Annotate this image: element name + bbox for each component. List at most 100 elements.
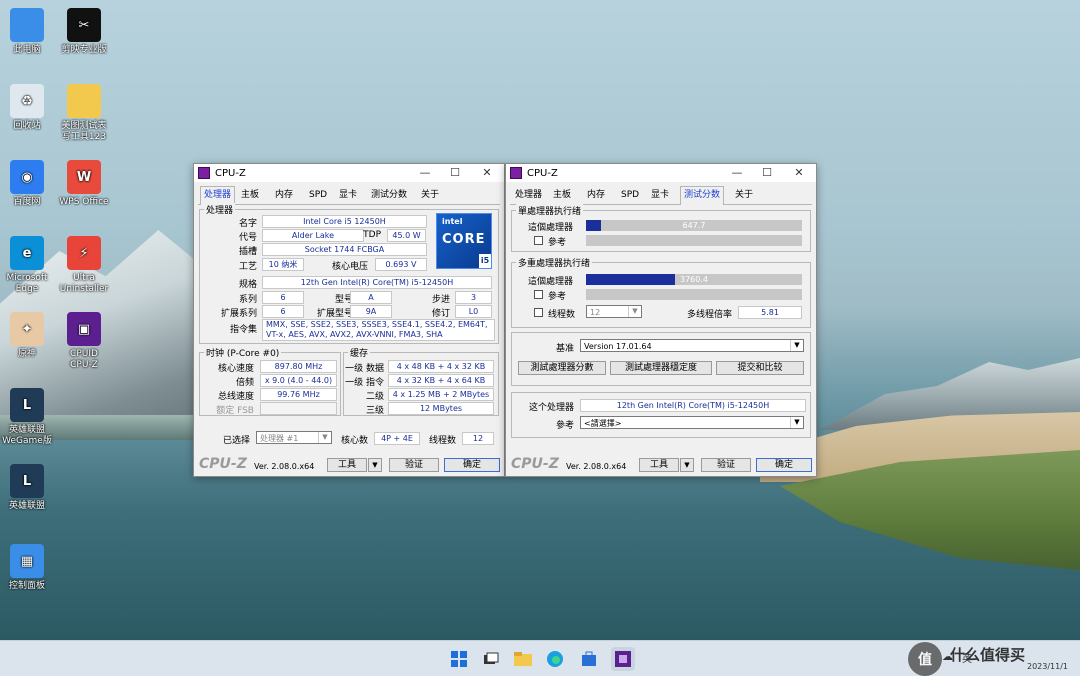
desktop-icon-label: WPS Office (59, 197, 109, 207)
desktop-icon-cpuid-cpuz[interactable]: ▣ CPUID CPU-Z (57, 312, 111, 371)
l2-value: 4 x 1.25 MB + 2 MBytes (388, 388, 494, 401)
window-title: CPU-Z (215, 167, 246, 179)
cpuz-window-bench[interactable]: CPU-Z — ☐ ✕ 处理器 主板 内存 SPD 显卡 测试分数 关于 單處理… (505, 163, 817, 477)
minimize-icon[interactable]: — (410, 164, 440, 182)
desktop-icon-lol-wegame[interactable]: L 英雄联盟 WeGame版 (0, 388, 54, 447)
wps-office-icon: W (67, 160, 101, 194)
bench-cpu-button[interactable]: 測試處理器分數 (518, 361, 606, 375)
tab-bench[interactable]: 测试分数 (368, 188, 410, 203)
tab-spd[interactable]: SPD (618, 188, 642, 203)
desktop-icon-genshin[interactable]: ✦ 原神 (0, 312, 54, 360)
title-bar[interactable]: CPU-Z — ☐ ✕ (506, 164, 816, 182)
validate-button[interactable]: 验证 (389, 458, 439, 472)
desktop-icon-label: Ultra Uninstaller (59, 273, 109, 294)
tab-about[interactable]: 关于 (418, 188, 442, 203)
stepping-label: 步进 (431, 295, 450, 305)
bench-version-select[interactable]: Version 17.01.64 ▼ (580, 339, 804, 352)
desktop-icon-lol[interactable]: L 英雄联盟 (0, 464, 54, 512)
l3-value: 12 MBytes (388, 402, 494, 415)
family-value: 6 (262, 291, 304, 304)
tools-dropdown-icon[interactable]: ▼ (680, 458, 694, 472)
watermark-text: 什么值得买 (950, 646, 1026, 664)
reference-checkbox[interactable] (534, 290, 543, 299)
desktop-icon-label: CPUID CPU-Z (70, 349, 98, 370)
desktop-icon-recycle-bin[interactable]: ♻ 回收站 (0, 84, 54, 132)
tab-mainboard[interactable]: 主板 (238, 188, 262, 203)
intel-core-i5-logo: intel CORE i5 (436, 213, 492, 269)
group-title: 多重處理器执行绪 (516, 256, 593, 269)
desktop-icon-folder[interactable]: 美图测试表 写工具123 (57, 84, 111, 143)
desktop-icon-label: 原神 (17, 349, 36, 359)
desktop-icon-wps-office[interactable]: W WPS Office (57, 160, 111, 208)
maximize-icon[interactable]: ☐ (752, 164, 782, 182)
maximize-icon[interactable]: ☐ (440, 164, 470, 182)
recycle-bin-icon: ♻ (10, 84, 44, 118)
control-panel-icon: ▦ (10, 544, 44, 578)
chevron-down-icon: ▼ (790, 340, 803, 351)
ok-button[interactable]: 确定 (756, 458, 812, 472)
close-icon[interactable]: ✕ (784, 164, 814, 182)
ext-family-value: 6 (262, 305, 304, 318)
this-cpu-label: 這個處理器 (528, 277, 574, 287)
selection-label: 已选择 (222, 436, 250, 446)
group-title: 缓存 (348, 346, 371, 359)
tab-memory[interactable]: 内存 (272, 188, 296, 203)
tab-graphics[interactable]: 显卡 (648, 188, 672, 203)
desktop-icon-ultra-uninstaller[interactable]: ⚡ Ultra Uninstaller (57, 236, 111, 295)
threads-value: 12 (462, 432, 494, 445)
stress-cpu-button[interactable]: 測試處理器穩定度 (610, 361, 712, 375)
ext-model-label: 扩展型号 (316, 309, 353, 319)
tools-dropdown-icon[interactable]: ▼ (368, 458, 382, 472)
tab-about[interactable]: 关于 (732, 188, 756, 203)
reference-checkbox[interactable] (534, 236, 543, 245)
tab-spd[interactable]: SPD (306, 188, 330, 203)
technology-value: 10 纳米 (262, 258, 304, 271)
minimize-icon[interactable]: — (722, 164, 752, 182)
desktop-icon-this-pc[interactable]: 此电脑 (0, 8, 54, 56)
spec-value: 12th Gen Intel(R) Core(TM) i5-12450H (262, 276, 492, 289)
threads-checkbox[interactable] (534, 308, 543, 317)
stepping-value: 3 (455, 291, 492, 304)
submit-compare-button[interactable]: 提交和比较 (716, 361, 804, 375)
multi-thread-group: 多重處理器执行绪 這個處理器 3760.4 參考 线程数 12 ▼ 多线程倍率 … (511, 256, 811, 328)
threads-select[interactable]: 12 ▼ (586, 305, 642, 318)
desktop-icon-microsoft-edge[interactable]: e Microsoft Edge (0, 236, 54, 295)
threads-label: 线程数 (428, 436, 456, 446)
desktop-icon-jianying[interactable]: ✂ 剪映专业版 (57, 8, 111, 56)
group-title: 單處理器执行绪 (516, 204, 584, 217)
tab-processor[interactable]: 处理器 (512, 188, 545, 203)
tools-button[interactable]: 工具 (327, 458, 367, 472)
task-view-button[interactable] (479, 647, 503, 671)
edge-button[interactable] (543, 647, 567, 671)
reference-select[interactable]: <請選擇> ▼ (580, 416, 804, 429)
tab-bench[interactable]: 测试分数 (680, 186, 725, 205)
cpuz-taskbar-button[interactable] (611, 647, 635, 671)
this-processor-label: 这个处理器 (528, 403, 574, 413)
title-bar[interactable]: CPU-Z — ☐ ✕ (194, 164, 504, 182)
bus-speed-label: 总线速度 (217, 392, 254, 402)
rated-fsb-value (260, 402, 337, 415)
ok-button[interactable]: 确定 (444, 458, 500, 472)
this-processor-group: 这个处理器 12th Gen Intel(R) Core(TM) i5-1245… (511, 392, 811, 438)
tools-button[interactable]: 工具 (639, 458, 679, 472)
clock-date[interactable]: 2023/11/1 (1027, 662, 1068, 671)
tab-mainboard[interactable]: 主板 (550, 188, 574, 203)
spec-label: 规格 (238, 280, 257, 290)
bus-speed-value: 99.76 MHz (260, 388, 337, 401)
close-icon[interactable]: ✕ (472, 164, 502, 182)
start-button[interactable] (447, 647, 471, 671)
desktop-icon-label: 英雄联盟 WeGame版 (2, 425, 52, 446)
family-label: 系列 (238, 295, 257, 305)
jianying-icon: ✂ (67, 8, 101, 42)
store-button[interactable] (577, 647, 601, 671)
desktop-icon-control-panel[interactable]: ▦ 控制面板 (0, 544, 54, 592)
cpuz-window-processor[interactable]: CPU-Z — ☐ ✕ 处理器 主板 内存 SPD 显卡 测试分数 关于 处理器… (193, 163, 505, 477)
processor-select[interactable]: 处理器 #1 ▼ (256, 431, 332, 444)
desktop-icon-label: Microsoft Edge (6, 273, 48, 294)
tab-graphics[interactable]: 显卡 (336, 188, 360, 203)
desktop-icon-baidu[interactable]: ◉ 百度网 (0, 160, 54, 208)
file-explorer-button[interactable] (511, 647, 535, 671)
this-pc-icon (10, 8, 44, 42)
tab-memory[interactable]: 内存 (584, 188, 608, 203)
validate-button[interactable]: 验证 (701, 458, 751, 472)
